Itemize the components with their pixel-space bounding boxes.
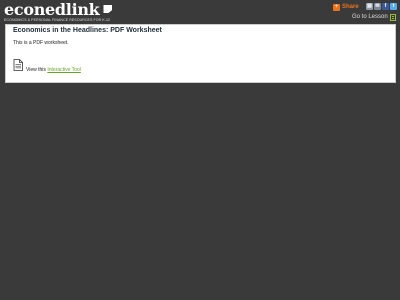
view-tool-line: View this Interactive Tool: [26, 67, 81, 73]
facebook-icon[interactable]: f: [382, 3, 389, 10]
view-prefix: View this: [26, 67, 46, 73]
share-label: Share: [342, 4, 359, 10]
social-links: ▤ ✉ f t: [366, 3, 397, 10]
email-icon[interactable]: ✉: [374, 3, 381, 10]
go-to-lesson-link[interactable]: Go to Lesson: [352, 13, 396, 21]
logo-wordmark: econedlink: [4, 0, 100, 19]
twitter-icon[interactable]: t: [390, 3, 397, 10]
page-description: This is a PDF worksheet.: [13, 40, 69, 46]
interactive-tool-link[interactable]: Interactive Tool: [47, 67, 81, 73]
cee-logo-mark: [103, 5, 113, 13]
document-icon: [13, 59, 23, 71]
print-icon[interactable]: ▤: [366, 3, 373, 10]
content-panel: Economics in the Headlines: PDF Workshee…: [5, 24, 396, 83]
header-bar: econedlink ECONOMICS & PERSONAL FINANCE …: [0, 0, 400, 24]
share-icon: +: [333, 3, 340, 11]
share-button[interactable]: + Share: [333, 3, 359, 11]
cee-icon: [103, 5, 113, 13]
logo-tagline: ECONOMICS & PERSONAL FINANCE RESOURCES F…: [4, 18, 111, 22]
econedlink-logo[interactable]: econedlink ECONOMICS & PERSONAL FINANCE …: [4, 0, 113, 23]
go-to-lesson-label: Go to Lesson: [352, 14, 388, 20]
page-title: Economics in the Headlines: PDF Workshee…: [13, 27, 162, 34]
lesson-icon: [389, 13, 396, 21]
